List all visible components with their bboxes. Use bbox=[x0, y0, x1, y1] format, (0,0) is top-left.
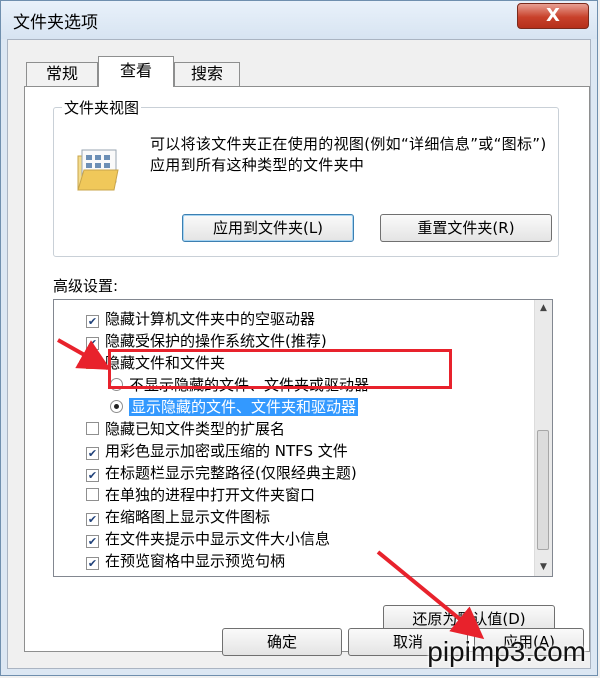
checkbox-unchecked-icon[interactable] bbox=[86, 422, 99, 435]
tab-search[interactable]: 搜索 bbox=[174, 62, 240, 86]
checkbox-checked-icon[interactable]: ✔ bbox=[86, 557, 99, 570]
checkbox-checked-icon[interactable]: ✔ bbox=[86, 469, 99, 482]
apply-to-folders-button[interactable]: 应用到文件夹(L) bbox=[182, 214, 354, 242]
selected-option-label: 显示隐藏的文件、文件夹和驱动器 bbox=[129, 398, 359, 416]
checkbox-checked-icon[interactable]: ✔ bbox=[86, 337, 99, 350]
close-button[interactable]: X bbox=[517, 3, 589, 29]
window-title: 文件夹选项 bbox=[13, 13, 98, 33]
list-item[interactable]: 隐藏已知文件类型的扩展名 bbox=[86, 418, 285, 440]
folder-views-title: 文件夹视图 bbox=[62, 97, 142, 118]
folder-options-window: 文件夹选项 X 常规 查看 搜索 文件夹视图 可以将该文件夹正在使用的视图(例如… bbox=[0, 0, 598, 676]
scroll-down-icon[interactable]: ▼ bbox=[535, 559, 552, 576]
ok-button[interactable]: 确定 bbox=[222, 628, 342, 656]
checkbox-unchecked-icon[interactable] bbox=[86, 488, 99, 501]
annotation-highlight-box bbox=[108, 349, 452, 389]
vertical-scrollbar[interactable]: ▲ ▼ bbox=[534, 300, 552, 576]
list-item[interactable]: ✔ 在缩略图上显示文件图标 bbox=[86, 506, 270, 528]
checkbox-checked-icon[interactable]: ✔ bbox=[86, 513, 99, 526]
list-item[interactable]: ✔ 在预览窗格中显示预览句柄 bbox=[86, 550, 285, 572]
tab-general[interactable]: 常规 bbox=[26, 62, 98, 86]
reset-folders-button[interactable]: 重置文件夹(R) bbox=[380, 214, 552, 242]
advanced-settings-label: 高级设置: bbox=[53, 277, 119, 295]
list-item[interactable]: ✔ 用彩色显示加密或压缩的 NTFS 文件 bbox=[86, 440, 348, 462]
list-item[interactable]: ✔ 隐藏计算机文件夹中的空驱动器 bbox=[86, 308, 315, 330]
scroll-thumb[interactable] bbox=[537, 430, 549, 550]
list-item[interactable]: ✔ 在文件夹提示中显示文件大小信息 bbox=[86, 528, 330, 550]
folder-icon bbox=[86, 358, 99, 369]
folder-view-icon bbox=[76, 148, 120, 198]
folder-views-group: 文件夹视图 可以将该文件夹正在使用的视图(例如“详细信息”或“图标”)应用到所有… bbox=[53, 97, 559, 257]
radio-selected-icon[interactable] bbox=[110, 400, 123, 413]
checkbox-checked-icon[interactable]: ✔ bbox=[86, 535, 99, 548]
advanced-settings-list[interactable]: ✔ 隐藏计算机文件夹中的空驱动器 ✔ 隐藏受保护的操作系统文件(推荐) 隐藏文件和文… bbox=[53, 299, 553, 577]
folder-views-description: 可以将该文件夹正在使用的视图(例如“详细信息”或“图标”)应用到所有这种类型的文… bbox=[150, 135, 547, 174]
list-item[interactable]: ✔ 在标题栏显示完整路径(仅限经典主题) bbox=[86, 462, 357, 484]
scroll-up-icon[interactable]: ▲ bbox=[535, 300, 552, 317]
list-item[interactable]: 在单独的进程中打开文件夹窗口 bbox=[86, 484, 315, 506]
checkbox-checked-icon[interactable]: ✔ bbox=[86, 315, 99, 328]
list-item[interactable]: 显示隐藏的文件、文件夹和驱动器 bbox=[110, 396, 359, 418]
watermark: pipimp3.com bbox=[427, 636, 586, 667]
title-bar[interactable]: 文件夹选项 X bbox=[1, 1, 597, 39]
checkbox-checked-icon[interactable]: ✔ bbox=[86, 447, 99, 460]
tab-view[interactable]: 查看 bbox=[98, 56, 174, 87]
